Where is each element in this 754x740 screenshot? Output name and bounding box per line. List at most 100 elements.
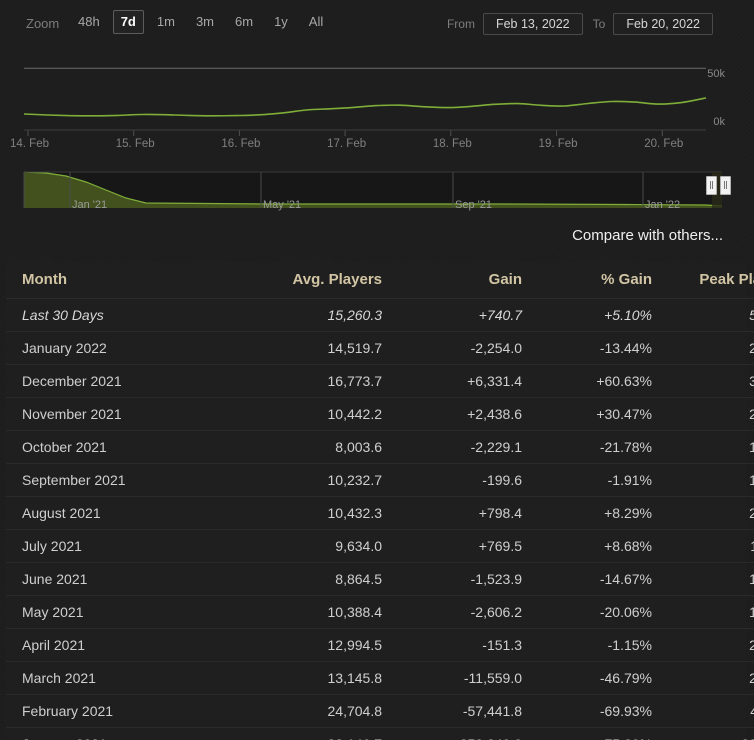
cell-month: September 2021 bbox=[6, 463, 232, 497]
cell-peak-players: 30,227 bbox=[662, 364, 754, 398]
table-head: Month Avg. Players Gain % Gain Peak Play… bbox=[6, 262, 754, 299]
cell-avg-players: 8,864.5 bbox=[232, 562, 392, 596]
player-count-line-chart[interactable]: 50k 0k 14. Feb 15. Feb 16. Feb 17. Feb 18. F… bbox=[6, 46, 731, 154]
cell-peak-players: 47,115 bbox=[662, 694, 754, 728]
table-row: July 20219,634.0+769.5+8.68%17,110 bbox=[6, 529, 754, 563]
cell-gain: -199.6 bbox=[392, 463, 532, 497]
date-range-inputs: From Feb 13, 2022 To Feb 20, 2022 bbox=[447, 13, 713, 35]
column-header-pct-gain[interactable]: % Gain bbox=[532, 262, 662, 299]
cell-avg-players: 13,145.8 bbox=[232, 661, 392, 695]
cell-month: August 2021 bbox=[6, 496, 232, 530]
cell-gain: -151.3 bbox=[392, 628, 532, 662]
x-tick-label: 17. Feb bbox=[327, 138, 367, 150]
cell-avg-players: 14,519.7 bbox=[232, 331, 392, 365]
from-date-input[interactable]: Feb 13, 2022 bbox=[482, 13, 583, 35]
cell-gain: +740.7 bbox=[392, 298, 532, 332]
range-selector: Zoom 48h 7d 1m 3m 6m 1y All From Feb 13, 2022 … bbox=[6, 2, 731, 46]
zoom-range-7d[interactable]: 7d bbox=[112, 10, 144, 34]
x-tick-label: 20. Feb bbox=[644, 138, 684, 150]
cell-peak-players: 28,779 bbox=[662, 397, 754, 431]
table-row: February 202124,704.8-57,441.8-69.93%47,… bbox=[6, 694, 754, 728]
column-header-avg-players[interactable]: Avg. Players bbox=[232, 262, 392, 299]
cell-avg-players: 16,773.7 bbox=[232, 364, 392, 398]
table-row: June 20218,864.5-1,523.9-14.67%15,703 bbox=[6, 562, 754, 596]
cell-month: November 2021 bbox=[6, 397, 232, 431]
column-header-gain[interactable]: Gain bbox=[392, 262, 532, 299]
cell-pct-gain: -14.67% bbox=[532, 562, 662, 596]
cell-avg-players: 8,003.6 bbox=[232, 430, 392, 464]
cell-pct-gain: -69.93% bbox=[532, 694, 662, 728]
cell-pct-gain: -1.91% bbox=[532, 463, 662, 497]
cell-peak-players: 22,890 bbox=[662, 661, 754, 695]
zoom-range-48h[interactable]: 48h bbox=[70, 10, 108, 34]
cell-month: July 2021 bbox=[6, 529, 232, 563]
x-tick-label: 16. Feb bbox=[221, 138, 261, 150]
cell-avg-players: 10,442.2 bbox=[232, 397, 392, 431]
cell-pct-gain: +60.63% bbox=[532, 364, 662, 398]
cell-peak-players: 17,110 bbox=[662, 529, 754, 563]
to-label: To bbox=[592, 17, 606, 31]
zoom-range-all[interactable]: All bbox=[301, 10, 331, 34]
chart-x-tickmarks bbox=[24, 129, 706, 136]
cell-pct-gain: +8.29% bbox=[532, 496, 662, 530]
cell-gain: +798.4 bbox=[392, 496, 532, 530]
cell-avg-players: 15,260.3 bbox=[232, 298, 392, 332]
cell-peak-players: 59,061 bbox=[662, 298, 754, 332]
cell-avg-players: 12,994.5 bbox=[232, 628, 392, 662]
cell-pct-gain: -75.29% bbox=[532, 727, 662, 740]
table-header-row: Month Avg. Players Gain % Gain Peak Play… bbox=[6, 262, 754, 299]
cell-month: Last 30 Days bbox=[6, 298, 232, 332]
cell-month: January 2021 bbox=[6, 727, 232, 740]
y-axis-label-bottom: 0k bbox=[713, 116, 725, 128]
zoom-range-6m[interactable]: 6m bbox=[227, 10, 261, 34]
x-tick-label: 18. Feb bbox=[432, 138, 472, 150]
cell-avg-players: 10,232.7 bbox=[232, 463, 392, 497]
cell-gain: -2,254.0 bbox=[392, 331, 532, 365]
x-tick-label: 14. Feb bbox=[10, 138, 49, 150]
cell-month: June 2021 bbox=[6, 562, 232, 596]
cell-pct-gain: -1.15% bbox=[532, 628, 662, 662]
zoom-range-1y[interactable]: 1y bbox=[266, 10, 296, 34]
zoom-range-3m[interactable]: 3m bbox=[188, 10, 222, 34]
table-row: April 202112,994.5-151.3-1.15%25,322 bbox=[6, 628, 754, 662]
chart-navigator[interactable]: Jan '21 May '21 Sep '21 Jan '22 bbox=[6, 168, 731, 214]
column-header-month[interactable]: Month bbox=[6, 262, 232, 299]
navigator-tick-label: Jan '22 bbox=[645, 199, 681, 211]
x-tick-label: 15. Feb bbox=[115, 138, 155, 150]
cell-peak-players: 19,706 bbox=[662, 463, 754, 497]
cell-gain: -1,523.9 bbox=[392, 562, 532, 596]
column-header-peak-players[interactable]: Peak Players bbox=[662, 262, 754, 299]
cell-pct-gain: -13.44% bbox=[532, 331, 662, 365]
cell-pct-gain: -46.79% bbox=[532, 661, 662, 695]
cell-month: April 2021 bbox=[6, 628, 232, 662]
cell-month: February 2021 bbox=[6, 694, 232, 728]
cell-month: May 2021 bbox=[6, 595, 232, 629]
cell-gain: -2,606.2 bbox=[392, 595, 532, 629]
cell-avg-players: 10,432.3 bbox=[232, 496, 392, 530]
cell-avg-players: 10,388.4 bbox=[232, 595, 392, 629]
cell-peak-players: 15,703 bbox=[662, 562, 754, 596]
navigator-handle-right[interactable] bbox=[720, 176, 731, 195]
navigator-tick-label: May '21 bbox=[263, 199, 302, 211]
navigator-tick-label: Jan '21 bbox=[72, 199, 108, 211]
chart-series-line bbox=[23, 97, 707, 117]
compare-with-others-link[interactable]: Compare with others... bbox=[572, 227, 723, 244]
to-date-input[interactable]: Feb 20, 2022 bbox=[613, 13, 713, 35]
page-root: Zoom 48h 7d 1m 3m 6m 1y All From Feb 13, 2022 … bbox=[0, 0, 754, 740]
x-tick-label: 19. Feb bbox=[538, 138, 578, 150]
navigator-svg bbox=[23, 171, 723, 208]
monthly-stats-table: Month Avg. Players Gain % Gain Peak Play… bbox=[6, 262, 754, 740]
cell-avg-players: 24,704.8 bbox=[232, 694, 392, 728]
navigator-handle-left[interactable] bbox=[706, 176, 717, 195]
table-row: November 202110,442.2+2,438.6+30.47%28,7… bbox=[6, 397, 754, 431]
cell-gain: -11,559.0 bbox=[392, 661, 532, 695]
cell-peak-players: 17,885 bbox=[662, 595, 754, 629]
cell-gain: +769.5 bbox=[392, 529, 532, 563]
monthly-stats-panel: Month Avg. Players Gain % Gain Peak Play… bbox=[6, 262, 754, 740]
cell-month: March 2021 bbox=[6, 661, 232, 695]
cell-peak-players: 27,587 bbox=[662, 331, 754, 365]
zoom-label: Zoom bbox=[26, 16, 60, 31]
table-row: Last 30 Days15,260.3+740.7+5.10%59,061 bbox=[6, 298, 754, 332]
cell-gain: -57,441.8 bbox=[392, 694, 532, 728]
zoom-range-1m[interactable]: 1m bbox=[149, 10, 183, 34]
